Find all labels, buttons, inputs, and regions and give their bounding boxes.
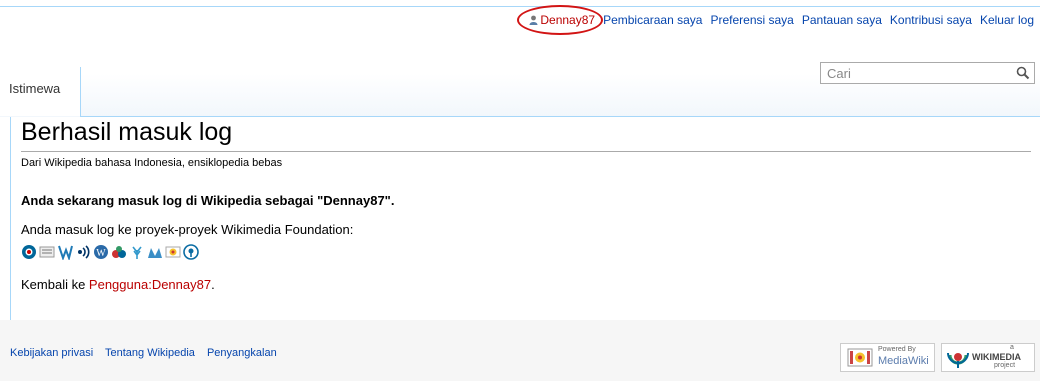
powered-by-label: Powered By	[878, 346, 916, 353]
login-success-message: Anda sekarang masuk log di Wikipedia seb…	[21, 193, 395, 208]
meta-icon[interactable]	[111, 244, 127, 260]
top-border	[0, 6, 1040, 7]
wikimedia-label: WIKIMEDIA	[972, 352, 1021, 362]
mediawiki-logo-icon	[847, 348, 873, 367]
wikisource-icon[interactable]	[75, 244, 91, 260]
logout-link[interactable]: Keluar log	[980, 13, 1034, 27]
about-link[interactable]: Tentang Wikipedia	[105, 347, 195, 359]
tab-special[interactable]: Istimewa	[0, 67, 81, 116]
return-user-link[interactable]: Pengguna:Dennay87	[89, 277, 211, 292]
search-placeholder: Cari	[827, 66, 851, 81]
mediawiki-label: MediaWiki	[878, 355, 929, 367]
wikimedia-project-badge[interactable]: a WIKIMEDIA project	[941, 343, 1035, 372]
wikiversity-icon[interactable]	[57, 244, 73, 260]
svg-text:W: W	[96, 248, 106, 259]
powered-by-mediawiki-badge[interactable]: Powered By MediaWiki	[840, 343, 935, 372]
search-input[interactable]: Cari	[820, 62, 1035, 84]
title-divider	[21, 151, 1031, 152]
wikimedia-small-label: a	[1010, 344, 1014, 351]
return-suffix: .	[211, 277, 215, 292]
disclaimer-link[interactable]: Penyangkalan	[207, 347, 277, 359]
projects-text: Anda masuk log ke proyek-proyek Wikimedi…	[21, 222, 354, 237]
wikimedia-project-label: project	[994, 362, 1016, 369]
content-area: Berhasil masuk log Dari Wikipedia bahasa…	[10, 117, 1040, 320]
commons-icon[interactable]	[21, 244, 37, 260]
watchlist-link[interactable]: Pantauan saya	[802, 13, 882, 27]
highlight-circle	[517, 5, 604, 35]
page-title: Berhasil masuk log	[21, 118, 233, 146]
site-tagline: Dari Wikipedia bahasa Indonesia, ensiklo…	[21, 157, 283, 169]
wikimedia-logo-icon	[947, 352, 969, 368]
wikinews-icon[interactable]	[147, 244, 163, 260]
personal-tools: Dennay87 Pembicaraan saya Preferensi say…	[517, 5, 1034, 35]
wikiquote-icon[interactable]	[183, 244, 199, 260]
footer-links: Kebijakan privasi Tentang Wikipedia Peny…	[10, 347, 286, 359]
wikispecies-icon[interactable]	[129, 244, 145, 260]
mediawiki-icon[interactable]	[165, 244, 181, 260]
footer: Kebijakan privasi Tentang Wikipedia Peny…	[0, 320, 1040, 381]
wikipedia-icon[interactable]: W	[93, 244, 109, 260]
wikibooks-icon[interactable]	[39, 244, 55, 260]
return-prefix: Kembali ke	[21, 277, 89, 292]
contributions-link[interactable]: Kontribusi saya	[890, 13, 972, 27]
preferences-link[interactable]: Preferensi saya	[710, 13, 793, 27]
return-line: Kembali ke Pengguna:Dennay87.	[21, 277, 215, 292]
search-icon[interactable]	[1016, 66, 1030, 80]
privacy-policy-link[interactable]: Kebijakan privasi	[10, 347, 93, 359]
user-menu: Dennay87	[517, 5, 604, 35]
talk-link[interactable]: Pembicaraan saya	[603, 13, 702, 27]
tab-special-label: Istimewa	[9, 81, 61, 96]
project-icons: W	[21, 244, 199, 260]
